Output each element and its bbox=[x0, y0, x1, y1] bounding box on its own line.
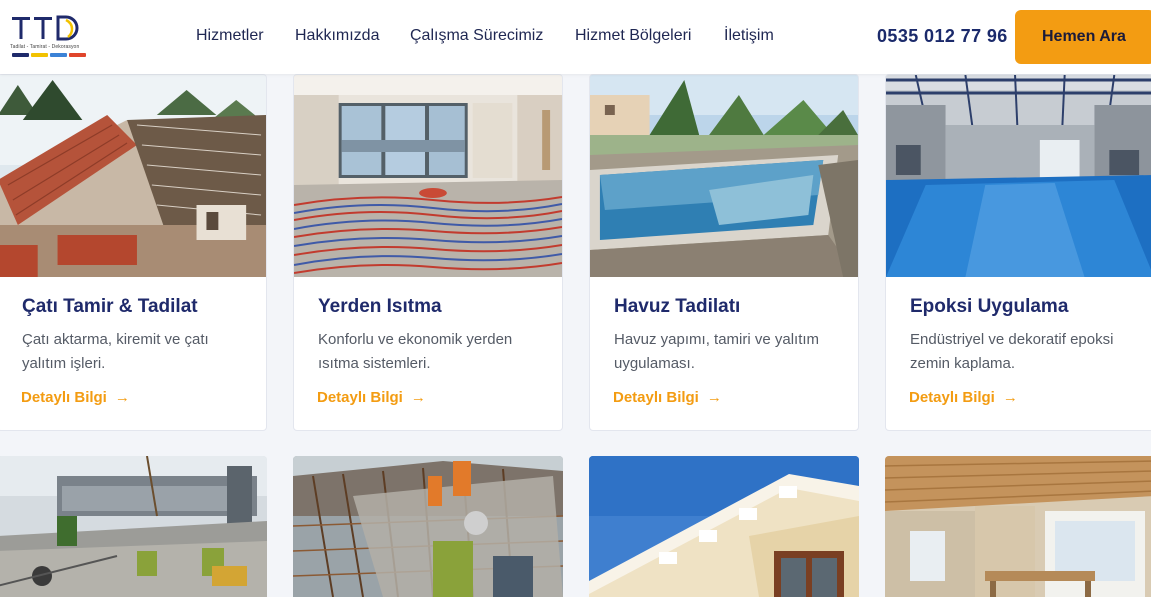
service-card-insaat-image[interactable] bbox=[293, 456, 563, 597]
service-image-havuz bbox=[590, 75, 858, 277]
site-logo[interactable]: Tadilat - Tamirat - Dekorasyon bbox=[10, 14, 86, 60]
call-now-button[interactable]: Hemen Ara bbox=[1015, 10, 1151, 64]
logo-bar-yellow bbox=[31, 53, 48, 57]
service-detail-label: Detaylı Bilgi bbox=[317, 389, 403, 406]
logo-mark bbox=[12, 15, 79, 41]
service-detail-link[interactable]: Detaylı Bilgi → bbox=[21, 389, 130, 406]
logo-tagline: Tadilat - Tamirat - Dekorasyon bbox=[10, 44, 80, 50]
arrow-right-icon: → bbox=[1002, 389, 1018, 406]
logo-color-bars bbox=[12, 53, 86, 57]
service-description: Çatı aktarma, kiremit ve çatı yalıtım iş… bbox=[22, 331, 209, 372]
service-detail-link[interactable]: Detaylı Bilgi → bbox=[317, 389, 426, 406]
service-title: Yerden Isıtma bbox=[318, 296, 442, 317]
site-header: Tadilat - Tamirat - Dekorasyon Hizmetler… bbox=[0, 0, 1151, 74]
service-card-cati[interactable]: Çatı Tamir & Tadilat Çatı aktarma, kirem… bbox=[0, 74, 267, 431]
phone-link[interactable]: 0535 012 77 96 bbox=[877, 26, 1008, 47]
logo-bar-navy bbox=[12, 53, 29, 57]
nav-item-calisma-surecimiz[interactable]: Çalışma Sürecimiz bbox=[410, 27, 543, 45]
service-detail-label: Detaylı Bilgi bbox=[21, 389, 107, 406]
service-title: Çatı Tamir & Tadilat bbox=[22, 296, 198, 317]
service-card-ic-mekan-image[interactable] bbox=[885, 456, 1151, 597]
service-card-beton-image[interactable] bbox=[0, 456, 267, 597]
nav-item-hizmet-bolgeleri[interactable]: Hizmet Bölgeleri bbox=[575, 27, 691, 45]
service-card-yerden-isitma[interactable]: Yerden Isıtma Konforlu ve ekonomik yerde… bbox=[293, 74, 563, 431]
arrow-right-icon: → bbox=[410, 389, 426, 406]
service-detail-link[interactable]: Detaylı Bilgi → bbox=[613, 389, 722, 406]
service-card-havuz[interactable]: Havuz Tadilatı Havuz yapımı, tamiri ve y… bbox=[589, 74, 859, 431]
nav-item-iletisim[interactable]: İletişim bbox=[724, 27, 774, 45]
service-title: Epoksi Uygulama bbox=[910, 296, 1069, 317]
service-card-dis-cephe-image[interactable] bbox=[589, 456, 859, 597]
service-image-cati bbox=[0, 75, 266, 277]
service-image-yerden-isitma bbox=[294, 75, 562, 277]
service-title: Havuz Tadilatı bbox=[614, 296, 741, 317]
service-description: Havuz yapımı, tamiri ve yalıtım uygulama… bbox=[614, 331, 820, 372]
nav-item-hizmetler[interactable]: Hizmetler bbox=[196, 27, 264, 45]
service-detail-label: Detaylı Bilgi bbox=[909, 389, 995, 406]
arrow-right-icon: → bbox=[706, 389, 722, 406]
arrow-right-icon: → bbox=[114, 389, 130, 406]
logo-bar-blue bbox=[50, 53, 67, 57]
service-image-epoksi bbox=[886, 75, 1151, 277]
service-description: Endüstriyel ve dekoratif epoksi zemin ka… bbox=[910, 331, 1114, 372]
service-detail-label: Detaylı Bilgi bbox=[613, 389, 699, 406]
service-card-epoksi[interactable]: Epoksi Uygulama Endüstriyel ve dekoratif… bbox=[885, 74, 1151, 431]
nav-item-hakkimizda[interactable]: Hakkımızda bbox=[295, 27, 379, 45]
service-detail-link[interactable]: Detaylı Bilgi → bbox=[909, 389, 1018, 406]
logo-bar-red bbox=[69, 53, 86, 57]
service-description: Konforlu ve ekonomik yerden ısıtma siste… bbox=[318, 331, 513, 372]
